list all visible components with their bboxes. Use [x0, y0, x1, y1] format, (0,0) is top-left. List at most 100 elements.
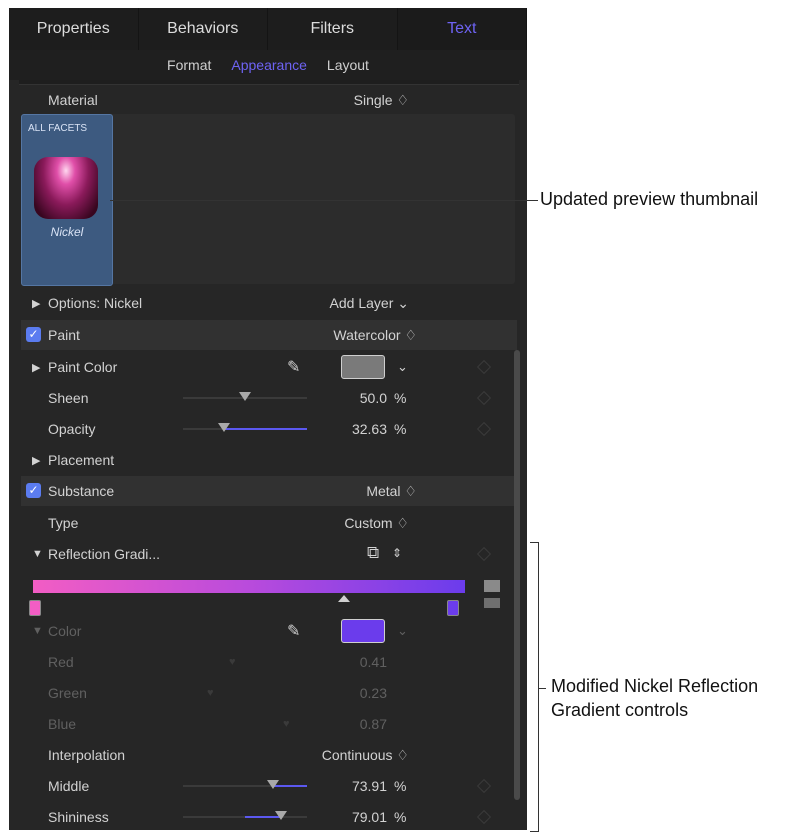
opacity-row: Opacity 32.63 %	[9, 414, 509, 444]
disclosure-right-icon[interactable]: ▶	[32, 297, 40, 310]
scrollbar[interactable]	[514, 350, 520, 800]
color-row: ▼ Color ✎ ⌄	[9, 616, 509, 646]
disclosure-right-icon[interactable]: ▶	[32, 361, 40, 374]
middle-label: Middle	[48, 778, 90, 794]
middle-slider-knob[interactable]	[267, 780, 279, 789]
type-label: Type	[48, 515, 79, 531]
opacity-slider-fill	[224, 428, 307, 430]
keyframe-icon[interactable]	[476, 809, 492, 825]
blue-label: Blue	[48, 716, 77, 732]
keyframe-icon[interactable]	[476, 421, 492, 437]
chevron-down-icon[interactable]: ⌄	[397, 359, 408, 375]
subtab-layout[interactable]: Layout	[327, 57, 369, 73]
substance-popup[interactable]: Metal ♢	[366, 483, 417, 500]
reflection-gradient-label: Reflection Gradi...	[48, 546, 161, 562]
green-value[interactable]: 0.23	[360, 685, 387, 701]
paint-label: Paint	[48, 327, 80, 343]
type-popup[interactable]: Custom ♢	[344, 515, 409, 532]
disclosure-down-icon[interactable]: ▼	[32, 548, 43, 560]
green-label: Green	[48, 685, 87, 701]
eyedropper-icon[interactable]: ✎	[287, 357, 300, 377]
substance-checkbox[interactable]: ✓	[26, 483, 41, 498]
inspector-tabs: Properties Behaviors Filters Text	[9, 8, 527, 50]
gradient-start-stop[interactable]	[29, 600, 41, 616]
subtab-appearance[interactable]: Appearance	[231, 57, 307, 73]
middle-value[interactable]: 73.91	[352, 778, 387, 794]
inspector-panel: Properties Behaviors Filters Text Format…	[9, 8, 527, 830]
text-subtabs: Format Appearance Layout	[9, 50, 527, 80]
keyframe-icon[interactable]	[476, 390, 492, 406]
preview-callout-text: Updated preview thumbnail	[540, 189, 759, 209]
keyframe-icon[interactable]	[476, 778, 492, 794]
opacity-label: Opacity	[48, 421, 96, 437]
placement-row: ▶ Placement	[9, 445, 509, 475]
sheen-label: Sheen	[48, 390, 89, 406]
material-layers-box: ALL FACETS Nickel	[21, 114, 515, 286]
subtab-format[interactable]: Format	[167, 57, 211, 73]
blue-slider-knob[interactable]: ♥	[283, 718, 290, 730]
gradient-midpoint-marker[interactable]	[338, 595, 350, 602]
keyframe-icon[interactable]	[476, 546, 492, 562]
red-label: Red	[48, 654, 74, 670]
red-row: Red ♥ 0.41	[9, 647, 509, 677]
shininess-slider[interactable]	[183, 811, 307, 820]
gradient-grid-icon[interactable]	[484, 598, 500, 608]
disclosure-right-icon[interactable]: ▶	[32, 454, 40, 467]
paint-popup[interactable]: Watercolor ♢	[333, 327, 417, 344]
material-popup[interactable]: Single ♢	[354, 92, 409, 109]
gradient-callout-bracket	[530, 542, 539, 832]
preview-callout-line	[110, 200, 538, 201]
shininess-value[interactable]: 79.01	[352, 809, 387, 825]
opacity-slider[interactable]	[183, 423, 307, 432]
sheen-value[interactable]: 50.0	[360, 390, 387, 406]
sheen-slider-knob[interactable]	[239, 392, 251, 401]
interpolation-popup[interactable]: Continuous ♢	[322, 747, 409, 764]
substance-label: Substance	[48, 483, 115, 499]
paint-color-swatch[interactable]	[341, 355, 385, 379]
type-row: Type Custom ♢	[9, 508, 509, 538]
gradient-callout-text-line2: Gradient controls	[551, 700, 689, 720]
gradient-callout-text-line1: Modified Nickel Reflection	[551, 676, 759, 696]
tab-properties[interactable]: Properties	[9, 8, 139, 50]
chevron-down-icon[interactable]: ⌄	[397, 623, 408, 639]
reflection-gradient-row: ▼ Reflection Gradi... ⧉ ⇕	[9, 539, 509, 569]
gradient-preset-icon[interactable]: ⧉	[367, 543, 379, 563]
green-slider-knob[interactable]: ♥	[207, 687, 214, 699]
reflection-gradient-bar[interactable]	[33, 580, 465, 593]
up-down-arrows-icon[interactable]: ⇕	[392, 546, 402, 560]
interpolation-row: Interpolation Continuous ♢	[9, 740, 509, 770]
options-label: Options: Nickel	[48, 295, 143, 311]
interpolation-label: Interpolation	[48, 747, 126, 763]
paint-header: ✓ Paint Watercolor ♢	[21, 320, 517, 350]
substance-header: ✓ Substance Metal ♢	[21, 476, 517, 506]
paint-checkbox[interactable]: ✓	[26, 327, 41, 342]
red-value[interactable]: 0.41	[360, 654, 387, 670]
middle-slider[interactable]	[183, 780, 307, 789]
material-row: Material Single ♢	[9, 85, 509, 115]
opacity-value[interactable]: 32.63	[352, 421, 387, 437]
material-thumbnail[interactable]: ALL FACETS Nickel	[21, 114, 113, 286]
facets-caption: ALL FACETS	[28, 123, 88, 134]
tab-text[interactable]: Text	[397, 8, 527, 50]
shininess-row: Shininess 79.01 %	[9, 802, 509, 830]
middle-unit: %	[394, 778, 407, 794]
color-swatch[interactable]	[341, 619, 385, 643]
opacity-slider-knob[interactable]	[218, 423, 230, 432]
material-preview-image	[34, 157, 98, 219]
tab-filters[interactable]: Filters	[268, 8, 398, 50]
keyframe-icon[interactable]	[476, 359, 492, 375]
sheen-slider[interactable]	[183, 392, 307, 401]
gradient-stops-menu-icon[interactable]	[484, 580, 500, 592]
add-layer-popup[interactable]: Add Layer ⌄	[330, 295, 409, 312]
gradient-end-stop[interactable]	[447, 600, 459, 616]
red-slider-knob[interactable]: ♥	[229, 656, 236, 668]
opacity-unit: %	[394, 421, 407, 437]
blue-value[interactable]: 0.87	[360, 716, 387, 732]
tab-behaviors[interactable]: Behaviors	[139, 8, 268, 50]
options-row: ▶ Options: Nickel Add Layer ⌄	[9, 288, 509, 318]
shininess-slider-knob[interactable]	[275, 811, 287, 820]
eyedropper-icon[interactable]: ✎	[287, 621, 300, 641]
disclosure-down-icon[interactable]: ▼	[32, 625, 43, 637]
material-label: Material	[48, 92, 98, 108]
color-label: Color	[48, 623, 82, 639]
